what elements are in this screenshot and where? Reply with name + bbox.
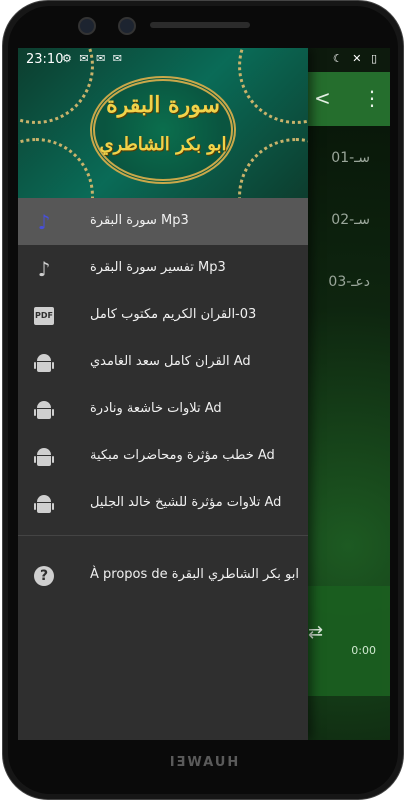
status-time: 23:10 — [26, 52, 64, 67]
menu-item-label: À propos de ابو بكر الشاطري البقرة — [90, 567, 299, 582]
drawer-menu: ♪ Mp3 سورة البقرة ♪ Mp3 تفسير سورة البقر… — [18, 198, 308, 599]
header-title: سورة البقرة — [106, 92, 220, 118]
repeat-icon[interactable]: ⇄ — [308, 622, 323, 643]
list-item[interactable]: 03-دعـ — [328, 274, 370, 290]
earpiece-speaker — [150, 22, 250, 28]
status-right-icons: ☾ ✕ ▯ — [332, 52, 380, 65]
pdf-icon: PDF — [32, 304, 56, 328]
menu-item-label: Mp3 سورة البقرة — [90, 213, 189, 228]
divider — [18, 535, 308, 536]
header-subtitle: ابو بكر الشاطري — [99, 134, 227, 155]
help-icon: ? — [32, 564, 56, 588]
device-brand: HUAWEI — [167, 755, 239, 770]
menu-item-ad-ghamdi[interactable]: Ad القران كامل سعد الغامدي — [18, 339, 308, 386]
list-item[interactable]: 02-سـ — [331, 212, 370, 228]
screen: < ⋮ 01-سـ 02-سـ 03-دعـ ⇄ 0:00 سورة البقر… — [18, 48, 390, 740]
android-icon — [32, 492, 56, 516]
music-note-icon: ♪ — [37, 210, 51, 234]
menu-item-label: Ad تلاوات مؤثرة للشيخ خالد الجليل — [90, 495, 282, 510]
menu-item-label: Ad القران كامل سعد الغامدي — [90, 354, 251, 369]
sensor-icon — [78, 17, 96, 35]
overflow-menu-icon[interactable]: ⋮ — [362, 86, 382, 110]
menu-item-ad-tilawat[interactable]: Ad تلاوات خاشعة ونادرة — [18, 386, 308, 433]
front-camera-icon — [118, 17, 136, 35]
menu-item-sourate-mp3[interactable]: ♪ Mp3 سورة البقرة — [18, 198, 308, 245]
android-icon — [32, 398, 56, 422]
menu-item-label: Mp3 تفسير سورة البقرة — [90, 260, 226, 275]
notification-icons: ⚙ ✉ ✉ ✉ — [62, 52, 125, 65]
android-icon — [32, 351, 56, 375]
menu-item-label: 03-القران الكريم مكتوب كامل — [90, 307, 257, 322]
menu-item-tafsir-mp3[interactable]: ♪ Mp3 تفسير سورة البقرة — [18, 245, 308, 292]
menu-item-label: Ad تلاوات خاشعة ونادرة — [90, 401, 222, 416]
navigation-drawer: سورة البقرة ابو بكر الشاطري 23:10 ⚙ ✉ ✉ … — [18, 48, 308, 740]
menu-item-quran-pdf[interactable]: PDF 03-القران الكريم مكتوب كامل — [18, 292, 308, 339]
menu-item-label: Ad خطب مؤثرة ومحاضرات مبكية — [90, 448, 275, 463]
list-item[interactable]: 01-سـ — [331, 150, 370, 166]
menu-item-about[interactable]: ? À propos de ابو بكر الشاطري البقرة — [18, 552, 308, 599]
menu-item-ad-khutab[interactable]: Ad خطب مؤثرة ومحاضرات مبكية — [18, 433, 308, 480]
share-icon[interactable]: < — [314, 86, 331, 110]
menu-item-ad-jalil[interactable]: Ad تلاوات مؤثرة للشيخ خالد الجليل — [18, 480, 308, 527]
player-time: 0:00 — [351, 644, 376, 657]
android-icon — [32, 445, 56, 469]
music-note-icon: ♪ — [37, 257, 51, 281]
